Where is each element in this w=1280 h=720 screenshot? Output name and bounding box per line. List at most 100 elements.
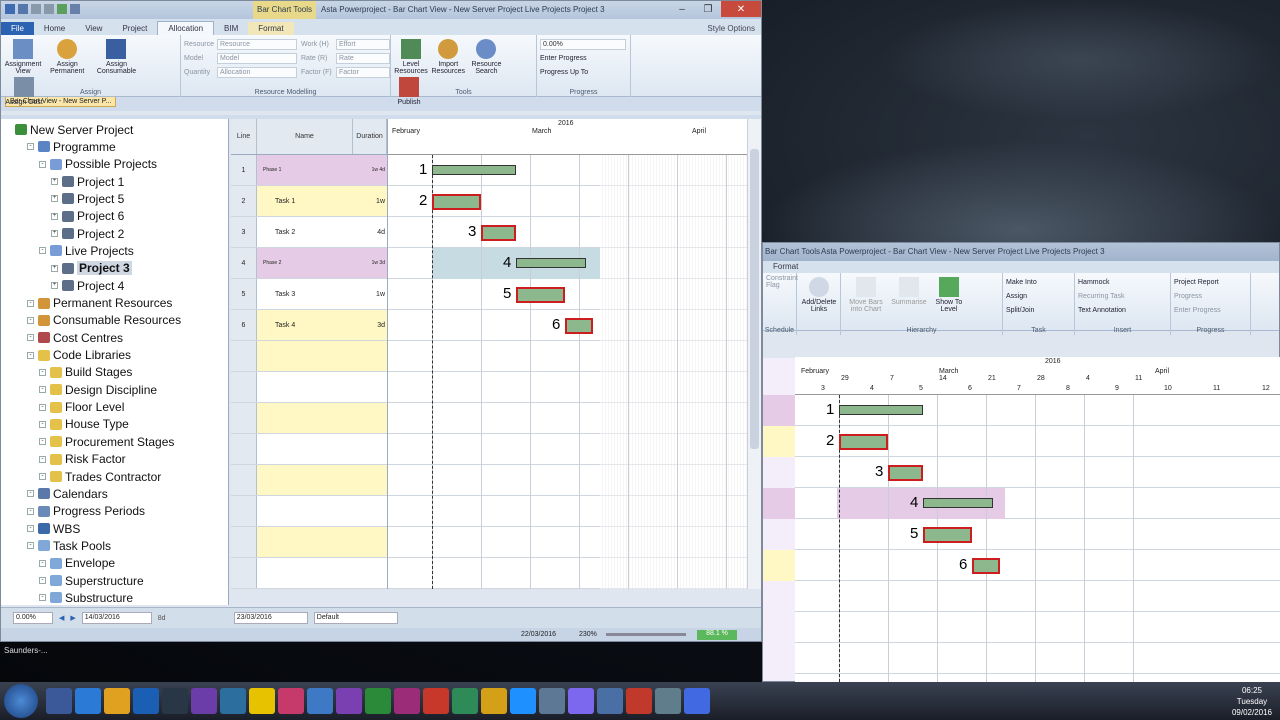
table-row[interactable]: 4 Phase 2 1w 3d bbox=[231, 248, 387, 279]
taskbar-app-icon[interactable] bbox=[423, 688, 449, 714]
expand-icon[interactable]: - bbox=[39, 420, 46, 428]
start-date-field[interactable]: 14/03/2016 bbox=[81, 612, 152, 624]
enter-progress-button[interactable]: Enter Progress bbox=[540, 51, 627, 65]
expand-icon[interactable]: + bbox=[51, 230, 58, 238]
tree-node[interactable]: - Code Libraries bbox=[27, 347, 131, 364]
tree-node[interactable]: - Programme bbox=[27, 138, 116, 155]
table-row[interactable] bbox=[231, 372, 387, 403]
taskbar-app-icon[interactable] bbox=[684, 688, 710, 714]
bar-chart[interactable]: 2016 February March April 29714212841134… bbox=[387, 119, 747, 589]
expand-icon[interactable]: - bbox=[39, 368, 46, 376]
tab-format[interactable]: Format bbox=[763, 260, 808, 273]
resource-field[interactable]: Resource bbox=[217, 38, 297, 50]
taskbar-app-icon[interactable] bbox=[568, 688, 594, 714]
expand-icon[interactable]: - bbox=[39, 577, 46, 585]
nav-right-icon[interactable]: ▶ bbox=[70, 614, 75, 622]
show-to-level-button[interactable]: Show To Level bbox=[930, 275, 968, 313]
minimize-button[interactable]: – bbox=[669, 1, 695, 17]
end-date-field[interactable]: 23/03/2016 bbox=[233, 612, 308, 624]
taskbar-app-icon[interactable] bbox=[220, 688, 246, 714]
task-grid[interactable]: Line Name Duration 1 Phase 1 1w 4d 2 Task 11… bbox=[231, 119, 387, 589]
redo-icon[interactable] bbox=[44, 4, 54, 14]
tree-node[interactable]: - Live Projects bbox=[39, 242, 134, 259]
taskbar-app-icon[interactable] bbox=[278, 688, 304, 714]
taskbar-app-icon[interactable] bbox=[249, 688, 275, 714]
expand-icon[interactable]: - bbox=[39, 438, 46, 446]
taskbar-app-icon[interactable] bbox=[481, 688, 507, 714]
tree-node[interactable]: + Project 1 bbox=[51, 173, 124, 190]
tree-node[interactable]: - Build Stages bbox=[39, 364, 132, 381]
desktop-label[interactable]: Saunders-... bbox=[4, 646, 48, 655]
progress-field[interactable]: Progress bbox=[1174, 289, 1247, 303]
save-icon[interactable] bbox=[18, 4, 28, 14]
grid-icon[interactable] bbox=[70, 4, 80, 14]
table-row[interactable] bbox=[231, 403, 387, 434]
taskbar-app-icon[interactable] bbox=[75, 688, 101, 714]
expand-icon[interactable]: - bbox=[27, 316, 34, 324]
maximize-button[interactable]: ❐ bbox=[695, 1, 721, 17]
table-row[interactable]: 2 Task 1 1w bbox=[231, 186, 387, 217]
tree-node[interactable]: - Permanent Resources bbox=[27, 295, 172, 312]
expand-icon[interactable]: - bbox=[27, 334, 34, 342]
project-tree[interactable]: New Server Project - Programme - Possible Pr… bbox=[1, 119, 229, 605]
tree-node[interactable]: - Cost Centres bbox=[27, 329, 123, 346]
clock[interactable]: 06:25 Tuesday 09/02/2016 bbox=[1232, 685, 1272, 718]
tab-project[interactable]: Project bbox=[112, 22, 157, 35]
undo-icon[interactable] bbox=[31, 4, 41, 14]
split-join[interactable]: Split/Join bbox=[1006, 303, 1071, 317]
tab-view[interactable]: View bbox=[75, 22, 112, 35]
task-bar[interactable] bbox=[481, 225, 516, 241]
duration-field[interactable]: 8d bbox=[158, 615, 228, 622]
expand-icon[interactable]: - bbox=[27, 299, 34, 307]
expand-icon[interactable]: + bbox=[51, 282, 58, 290]
scroll-thumb[interactable] bbox=[750, 149, 759, 449]
enter-progress[interactable]: Enter Progress bbox=[1174, 303, 1247, 317]
tree-node[interactable]: + Project 6 bbox=[51, 208, 124, 225]
expand-icon[interactable]: - bbox=[39, 160, 46, 168]
table-row[interactable]: 5 Task 3 1w bbox=[231, 279, 387, 310]
expand-icon[interactable]: - bbox=[27, 507, 34, 515]
task-bar[interactable] bbox=[516, 287, 565, 303]
tab-format[interactable]: Format bbox=[248, 22, 294, 35]
taskbar-app-icon[interactable] bbox=[394, 688, 420, 714]
assign[interactable]: Assign bbox=[1006, 289, 1071, 303]
tree-node[interactable]: - Risk Factor bbox=[39, 451, 126, 468]
expand-icon[interactable]: - bbox=[39, 473, 46, 480]
table-row[interactable]: 6 Task 4 3d bbox=[231, 310, 387, 341]
text-annotation[interactable]: Text Annotation bbox=[1078, 303, 1167, 317]
schedule-icon[interactable] bbox=[57, 4, 67, 14]
summary-bar[interactable] bbox=[839, 405, 923, 415]
task-bar[interactable] bbox=[888, 465, 923, 481]
tree-node[interactable]: - Task Pools bbox=[27, 537, 111, 554]
tree-node[interactable]: - Substructure bbox=[39, 589, 133, 605]
assign-consumable-button[interactable]: Assign Consumable bbox=[92, 37, 140, 75]
start-icon[interactable] bbox=[4, 684, 38, 718]
tree-node[interactable]: - Consumable Resources bbox=[27, 312, 181, 329]
expand-icon[interactable]: - bbox=[39, 455, 46, 463]
allocation-field[interactable]: Allocation bbox=[217, 66, 297, 78]
assign-permanent-button[interactable]: Assign Permanent bbox=[44, 37, 90, 75]
tab-home[interactable]: Home bbox=[34, 22, 75, 35]
tree-node[interactable]: - Trades Contractor bbox=[39, 468, 161, 485]
tree-node[interactable]: - House Type bbox=[39, 416, 129, 433]
project-report[interactable]: Project Report bbox=[1174, 275, 1247, 289]
tree-node[interactable]: - Possible Projects bbox=[39, 156, 157, 173]
nav-left-icon[interactable]: ◀ bbox=[59, 614, 64, 622]
tree-node[interactable]: - Progress Periods bbox=[27, 503, 145, 520]
hammock[interactable]: Hammock bbox=[1078, 275, 1167, 289]
taskbar-app-icon[interactable] bbox=[133, 688, 159, 714]
taskbar-app-icon[interactable] bbox=[539, 688, 565, 714]
import-resources-button[interactable]: Import Resources bbox=[430, 37, 466, 75]
table-row[interactable]: 3 Task 2 4d bbox=[231, 217, 387, 248]
app-icon[interactable] bbox=[5, 4, 15, 14]
expand-icon[interactable]: - bbox=[39, 386, 46, 394]
tree-node[interactable]: - Calendars bbox=[27, 485, 108, 502]
tree-node[interactable]: - Envelope bbox=[39, 555, 115, 572]
expand-icon[interactable]: + bbox=[51, 264, 58, 272]
filter-select[interactable]: Default bbox=[313, 612, 398, 624]
task-bar[interactable] bbox=[923, 527, 972, 543]
expand-icon[interactable]: + bbox=[51, 212, 58, 220]
summary-bar[interactable] bbox=[923, 498, 993, 508]
task-bar[interactable] bbox=[432, 194, 481, 210]
expand-icon[interactable]: - bbox=[27, 351, 34, 359]
